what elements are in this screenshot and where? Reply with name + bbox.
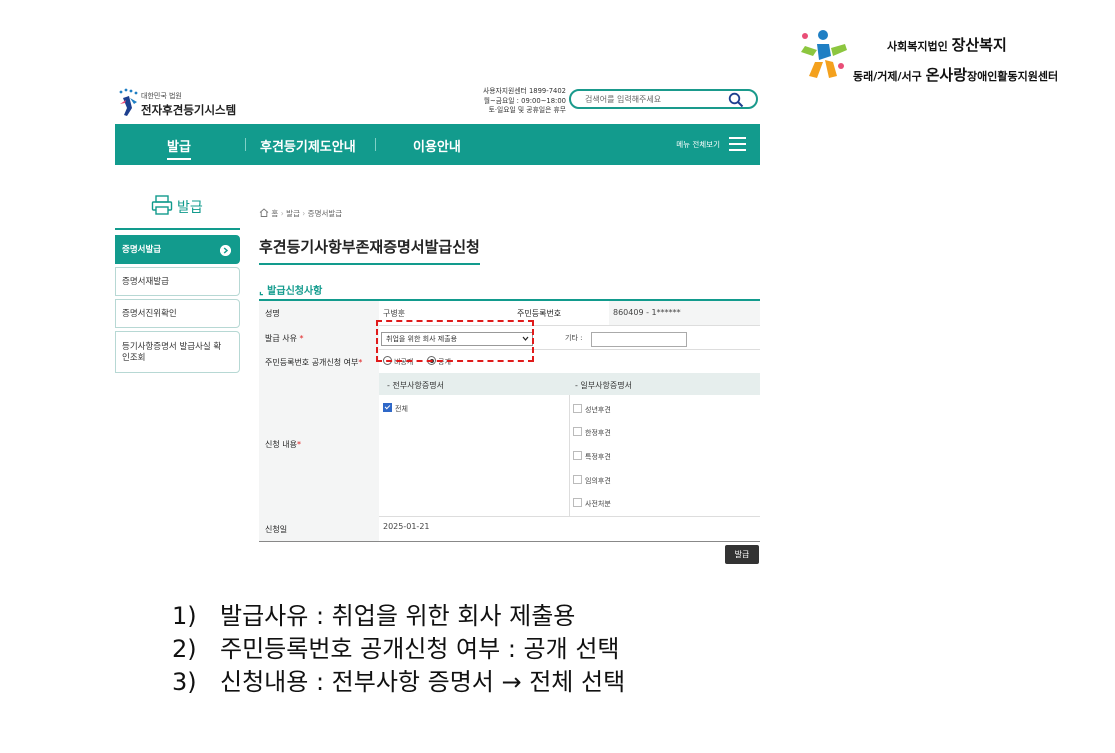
breadcrumb: 홈 › 발급 › 증명서발급	[259, 208, 342, 219]
hamburger-menu-icon[interactable]	[729, 137, 746, 151]
partial-option-voluntary[interactable]: 임의후견	[573, 475, 611, 486]
logo-title: 전자후견등기시스템	[141, 103, 237, 117]
sidebar-heading-label: 발급	[177, 200, 203, 216]
note-text: 주민등록번호 공개신청 여부 : 공개 선택	[220, 635, 620, 663]
site-logo[interactable]: 대한민국 법원 전자후견등기시스템	[117, 88, 257, 124]
search-icon[interactable]	[728, 92, 744, 108]
partial-option-adult[interactable]: 성년후견	[573, 404, 611, 415]
sidebar-item-verify-cert[interactable]: 증명서진위확인	[115, 299, 240, 328]
sidebar-item-issue-cert[interactable]: 증명서발급	[115, 235, 240, 264]
note-number: 1)	[172, 602, 197, 630]
page-title: 후견등기사항부존재증명서발급신청	[259, 236, 480, 265]
checkbox-limited[interactable]	[573, 427, 582, 436]
section-title: ⌞ 발급신청사항	[259, 282, 322, 297]
form-row-content: 신청 내용* - 전부사항증명서 - 일부사항증명서 전체 성년후견 한정후견 …	[259, 373, 760, 517]
partial-option-specific[interactable]: 특정후견	[573, 451, 611, 462]
note-text: 발급사유 : 취업을 위한 회사 제출용	[220, 602, 576, 630]
checkbox-all[interactable]	[383, 403, 392, 412]
org-logo: 사회복지법인 장산복지 동래/거제/서구 온사랑장애인활동지원센터	[795, 26, 1105, 86]
etc-input[interactable]	[591, 332, 687, 347]
full-cert-header: - 전부사항증명서	[379, 373, 569, 395]
date-label: 신청일	[265, 525, 288, 534]
contact-line: 사용자지원센터 1899-7402	[483, 87, 566, 95]
note-number: 2)	[172, 635, 197, 663]
etc-label: 기타 :	[565, 334, 583, 342]
breadcrumb-issue[interactable]: 발급	[286, 209, 300, 218]
partial-option-preliminary[interactable]: 사전처분	[573, 498, 611, 509]
section-title-text: 발급신청사항	[267, 286, 323, 297]
note-item: 1) 발급사유 : 취업을 위한 회사 제출용	[172, 600, 625, 633]
name-value: 구병훈	[383, 309, 406, 318]
partial-cert-header: - 일부사항증명서	[569, 373, 760, 395]
nav-tab-issue[interactable]: 발급	[167, 136, 191, 160]
contact-line: 토·일요일 및 공휴일은 휴무	[488, 106, 566, 114]
search-input[interactable]: 검색어를 입력해주세요	[569, 89, 758, 109]
reason-label: 발급 사유 *	[265, 334, 304, 343]
printer-icon	[151, 195, 173, 215]
note-number: 3)	[172, 668, 197, 696]
highlight-box	[376, 320, 534, 362]
org-logo-line2: 동래/거제/서구 온사랑장애인활동지원센터	[853, 66, 1059, 84]
rrn-label: 주민등록번호	[517, 309, 562, 318]
instruction-notes: 1) 발급사유 : 취업을 위한 회사 제출용 2) 주민등록번호 공개신청 여부 …	[172, 600, 625, 699]
sidebar-item-label: 증명서발급	[122, 245, 162, 255]
nav-divider	[375, 138, 376, 151]
sidebar-item-issue-history[interactable]: 등기사항증명서 발급사실 확인조회	[115, 331, 240, 373]
contact-line: 월~금요일 : 09:00~18:00	[483, 96, 566, 105]
breadcrumb-sep: ›	[280, 209, 284, 218]
sidebar-item-label: 증명서진위확인	[122, 309, 177, 319]
checkbox-adult[interactable]	[573, 404, 582, 413]
org-logo-line1: 사회복지법인 장산복지	[887, 36, 1007, 54]
court-logo-icon	[119, 88, 138, 116]
disclose-label: 주민등록번호 공개신청 여부*	[265, 358, 363, 367]
sidebar-heading: 발급	[115, 190, 240, 230]
nav-divider	[245, 138, 246, 151]
sidebar-item-label: 증명서재발급	[122, 277, 169, 287]
breadcrumb-home[interactable]: 홈	[271, 209, 278, 218]
note-item: 2) 주민등록번호 공개신청 여부 : 공개 선택	[172, 633, 625, 666]
main-nav: 발급 후견등기제도안내 이용안내 메뉴 전체보기	[115, 124, 760, 165]
sidebar-item-reissue-cert[interactable]: 증명서재발급	[115, 267, 240, 296]
search-placeholder: 검색어를 입력해주세요	[585, 95, 662, 104]
note-text: 신청내용 : 전부사항 증명서 → 전체 선택	[220, 668, 626, 696]
note-item: 3) 신청내용 : 전부사항 증명서 → 전체 선택	[172, 666, 625, 699]
column-divider	[569, 395, 570, 516]
home-icon[interactable]	[259, 208, 269, 217]
full-option-all[interactable]: 전체	[383, 403, 408, 414]
form-row-date: 신청일 2025-01-21	[259, 516, 760, 541]
section-corner-icon: ⌞	[259, 286, 264, 297]
name-label: 성명	[265, 309, 280, 318]
checkbox-specific[interactable]	[573, 451, 582, 460]
chevron-right-icon	[220, 245, 231, 256]
partial-option-limited[interactable]: 한정후견	[573, 427, 611, 438]
nav-tab-guardianship-info[interactable]: 후견등기제도안내	[260, 136, 356, 155]
org-logo-mark-icon	[801, 30, 847, 78]
issue-button[interactable]: 발급	[725, 545, 759, 564]
rrn-value: 860409 - 1******	[613, 308, 681, 317]
nav-tab-usage-guide[interactable]: 이용안내	[413, 136, 461, 155]
sidebar-item-label: 등기사항증명서 발급사실 확인조회	[122, 342, 222, 363]
breadcrumb-sep: ›	[302, 209, 306, 218]
menu-all-label[interactable]: 메뉴 전체보기	[676, 139, 720, 150]
date-value: 2025-01-21	[383, 522, 430, 531]
contact-info: 사용자지원센터 1899-7402 월~금요일 : 09:00~18:00 토·…	[470, 87, 566, 116]
checkbox-voluntary[interactable]	[573, 475, 582, 484]
breadcrumb-current: 증명서발급	[307, 209, 343, 218]
checkbox-preliminary[interactable]	[573, 498, 582, 507]
content-label: 신청 내용*	[265, 440, 301, 449]
logo-subtitle: 대한민국 법원	[141, 92, 182, 100]
